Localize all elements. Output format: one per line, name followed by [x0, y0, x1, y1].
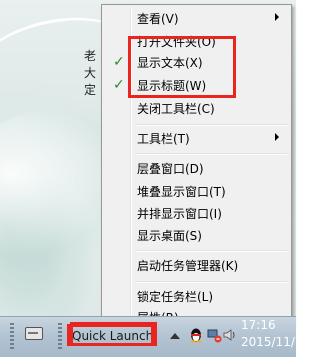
clock-date: 2015/11/1 [241, 335, 303, 349]
menu-item-label: 锁定任务栏(L) [137, 290, 214, 304]
menu-item-label: 工具栏(T) [137, 132, 190, 146]
clock-time: 17:16 [241, 318, 276, 332]
menu-item-label: 堆叠显示窗口(T) [137, 185, 226, 199]
menu-item-label: 查看(V) [137, 12, 179, 26]
keyboard-icon[interactable] [25, 327, 43, 340]
menu-item-label: 显示桌面(S) [137, 229, 202, 243]
speaker-icon [223, 329, 235, 341]
checkmark-icon: ✓ [113, 77, 125, 93]
highlight-box-menu-options [128, 36, 236, 98]
show-hidden-icons-icon[interactable] [170, 333, 180, 339]
menu-separator [135, 250, 287, 252]
menu-separator [135, 124, 287, 126]
menu-item-toolbars[interactable]: 工具栏(T) [104, 129, 289, 149]
menu-item-show-desktop[interactable]: 显示桌面(S) [104, 226, 289, 246]
system-clock[interactable]: 17:16 2015/11/1 [241, 317, 303, 351]
menu-item-label: 启动任务管理器(K) [137, 259, 239, 273]
checkmark-icon: ✓ [113, 54, 125, 70]
menu-separator [135, 153, 287, 155]
menu-item-close-toolbar[interactable]: 关闭工具栏(C) [104, 99, 289, 119]
menu-separator [135, 281, 287, 283]
menu-item-stacked[interactable]: 堆叠显示窗口(T) [104, 182, 289, 202]
menu-item-task-manager[interactable]: 启动任务管理器(K) [104, 256, 289, 276]
menu-item-cascade[interactable]: 层叠窗口(D) [104, 159, 289, 179]
menu-item-view[interactable]: 查看(V) [104, 9, 289, 29]
toolbar-grip-handle[interactable] [58, 323, 62, 351]
volume-icon[interactable] [222, 327, 238, 343]
menu-item-label: 关闭工具栏(C) [137, 102, 215, 116]
toolbar-grip-handle[interactable] [10, 323, 14, 351]
qq-icon[interactable] [188, 327, 204, 343]
qq-penguin-icon [190, 328, 202, 343]
menu-item-label: 层叠窗口(D) [137, 162, 204, 176]
menu-item-side-by-side[interactable]: 并排显示窗口(I) [104, 204, 289, 224]
network-icon[interactable] [206, 327, 222, 343]
submenu-arrow-icon [275, 13, 279, 21]
desktop-icon-label[interactable]: 老大定 [84, 48, 102, 99]
submenu-arrow-icon [275, 133, 279, 141]
network-status-icon [207, 329, 222, 343]
highlight-box-quick-launch-outer [70, 322, 157, 346]
menu-item-lock-taskbar[interactable]: 锁定任务栏(L) [104, 287, 289, 307]
menu-item-label: 并排显示窗口(I) [137, 207, 222, 221]
